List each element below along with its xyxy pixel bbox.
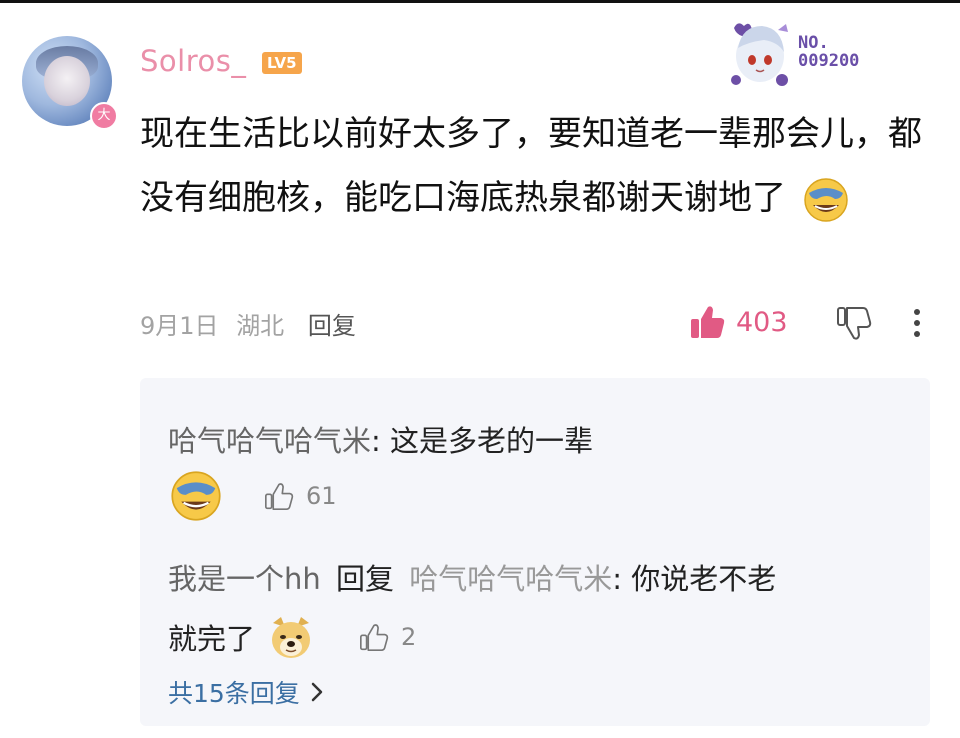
reply-text: 这是多老的一辈 (390, 424, 594, 458)
chevron-right-icon (311, 682, 323, 702)
reply-word: 回复 (335, 562, 394, 596)
comment-text: 现在生活比以前好太多了，要知道老一辈那会儿，都没有细胞核，能吃口海底热泉都谢天谢… (140, 102, 930, 230)
reply-item[interactable]: 我是一个hh 回复 哈气哈气哈气米: 你说老不老 (168, 548, 908, 610)
reply-separator: : (371, 424, 391, 458)
avatar[interactable]: 大 (22, 36, 118, 130)
avatar-face (44, 56, 90, 106)
thumbs-down-outline-icon (837, 307, 872, 340)
comment-date: 9月1日 (140, 312, 219, 340)
reply-target-nickname[interactable]: 哈气哈气哈气米 (409, 562, 612, 596)
reply-like-button[interactable]: 61 (264, 482, 337, 510)
view-all-replies-link[interactable]: 共15条回复 (168, 674, 324, 710)
thumbs-up-filled-icon (691, 306, 725, 338)
reply-like-button[interactable]: 2 (359, 623, 416, 651)
reply-separator: : (612, 562, 632, 596)
reply-like-count: 2 (401, 623, 417, 651)
reply-item[interactable]: 哈气哈气哈气米: 这是多老的一辈 (168, 418, 593, 460)
level-badge: LV5 (262, 52, 302, 74)
thumbs-up-outline-icon (360, 624, 389, 651)
reply-text: 你说老不老 (631, 562, 777, 596)
comment-location: 湖北 (236, 312, 285, 340)
username[interactable]: Solros_ (140, 44, 246, 78)
comment-meta: 9月1日 湖北 回复 (140, 306, 356, 341)
reply-text-line2: 就完了 (168, 622, 256, 656)
thumbs-up-outline-icon (265, 483, 294, 510)
replies-panel: 哈气哈气哈气米: 这是多老的一辈 61 我是一个hh 回复 哈气哈气哈气米: 你… (140, 378, 930, 726)
reply-nickname[interactable]: 我是一个hh (168, 562, 321, 596)
view-all-replies-label: 共15条回复 (168, 679, 300, 708)
more-options-button[interactable] (912, 308, 922, 342)
laughing-crying-emoji (804, 177, 848, 222)
like-button[interactable]: 403 (690, 305, 788, 339)
fan-number: NO. 009200 (798, 33, 860, 71)
dislike-button[interactable] (836, 306, 872, 344)
laughing-crying-emoji (171, 471, 221, 521)
more-vertical-icon (914, 309, 920, 337)
top-border (0, 0, 960, 3)
fan-badge[interactable]: NO. 009200 (718, 14, 898, 94)
like-count: 403 (736, 306, 788, 338)
reply-nickname[interactable]: 哈气哈气哈气米 (168, 424, 371, 458)
reply-button[interactable]: 回复 (308, 312, 356, 340)
doge-emoji (272, 617, 311, 658)
reply-like-count: 61 (306, 482, 337, 510)
avatar-badge: 大 (90, 102, 118, 130)
chibi-character-icon (731, 23, 788, 86)
reply-text-continued: 就完了 2 (168, 606, 416, 668)
